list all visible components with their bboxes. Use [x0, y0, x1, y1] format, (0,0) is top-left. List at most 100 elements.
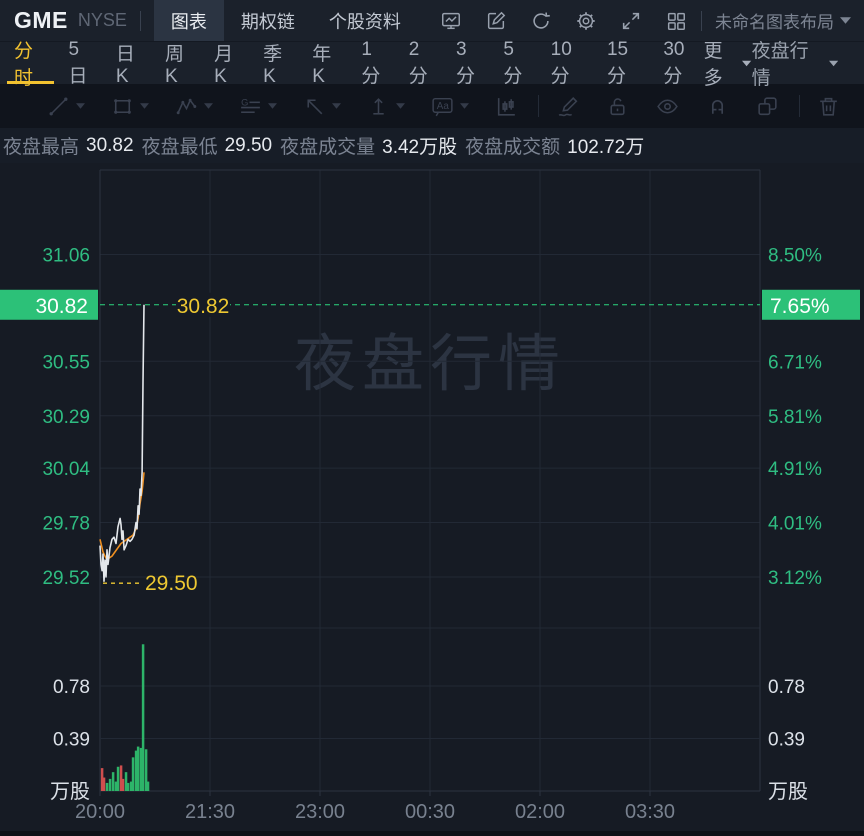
stat-high-value: 30.82 [86, 134, 134, 156]
volume-axis-label-right: 0.78 [768, 677, 805, 698]
night-session-chart[interactable]: 夜盘行情 20:00 21:30 23:00 00:30 02:00 03:30 31.06 8… [0, 163, 864, 831]
timeframe-weekly[interactable]: 周K [154, 42, 203, 87]
x-axis-time-label: 02:00 [515, 801, 565, 823]
timeframe-10m[interactable]: 10分 [540, 39, 596, 87]
divider [538, 95, 539, 117]
volume-unit-left: 万股 [50, 781, 90, 803]
chevron-down-icon [460, 103, 469, 109]
timeframe-more-dropdown[interactable]: 更多 [704, 36, 752, 90]
x-axis-time-label: 00:30 [405, 801, 455, 823]
duplicate-icon[interactable] [755, 94, 780, 119]
magnet-icon[interactable] [705, 94, 730, 119]
volume-bar [105, 782, 109, 791]
visibility-eye-icon[interactable] [655, 94, 680, 119]
trading-app: GME NYSE 图表 期权链 个股资料 未命名图表布局 分时 5日 日K 周K… [0, 0, 864, 831]
current-percent-badge-text: 7.65% [770, 295, 830, 318]
wave-pattern-tool[interactable] [174, 94, 213, 119]
top-icon-bar [439, 9, 688, 33]
volume-bar [102, 777, 106, 791]
timeframe-2m[interactable]: 2分 [398, 39, 445, 87]
timeframe-5d[interactable]: 5日 [58, 39, 105, 87]
layout-grid-icon[interactable] [664, 9, 688, 33]
chevron-down-icon [268, 103, 277, 109]
timeframe-monthly[interactable]: 月K [203, 42, 252, 87]
timeframe-minute-line[interactable]: 分时 [3, 41, 58, 89]
high-price-label: 30.82 [177, 295, 230, 318]
chevron-down-icon [76, 103, 85, 109]
volume-bar [136, 746, 140, 791]
unlock-icon[interactable] [605, 94, 630, 119]
timeframe-15m[interactable]: 15分 [596, 39, 652, 87]
stat-low-value: 29.50 [224, 134, 273, 156]
svg-text:Aa: Aa [437, 101, 450, 112]
text-annotation-tool[interactable]: Aa [430, 94, 469, 119]
timeframe-yearly[interactable]: 年K [301, 42, 350, 87]
price-axis-label: 30.55 [42, 352, 90, 373]
volume-bar [126, 782, 130, 791]
price-line [99, 304, 145, 582]
gann-lines-tool[interactable]: G [238, 94, 277, 119]
x-axis-time-label: 20:00 [75, 801, 125, 823]
trash-icon[interactable] [816, 94, 841, 119]
chevron-down-icon [828, 60, 839, 66]
tab-option-chain[interactable]: 期权链 [224, 0, 312, 41]
chevron-down-icon [204, 103, 213, 109]
price-axis-label: 30.29 [42, 407, 90, 428]
percent-axis-label: 8.50% [768, 246, 822, 267]
stat-turnover-label: 夜盘成交额 [465, 137, 561, 158]
fullscreen-icon[interactable] [619, 9, 643, 33]
x-axis-time-label: 23:00 [295, 801, 345, 823]
stat-turnover-value: 102.72万 [567, 137, 645, 158]
chevron-down-icon [742, 60, 752, 66]
divider [701, 10, 702, 31]
measure-tool[interactable] [366, 94, 405, 119]
timeframe-1m[interactable]: 1分 [350, 39, 397, 87]
candle-pattern-tool[interactable] [494, 94, 519, 119]
stat-volume-label: 夜盘成交量 [280, 137, 376, 158]
timeframe-daily[interactable]: 日K [105, 42, 154, 87]
chart-monitor-icon[interactable] [439, 9, 463, 33]
chart-layout-name: 未命名图表布局 [715, 13, 834, 32]
volume-bar [141, 644, 145, 791]
timeframe-quarterly[interactable]: 季K [252, 42, 301, 87]
price-axis-label: 31.06 [42, 246, 90, 267]
timeframe-bar: 分时 5日 日K 周K 月K 季K 年K 1分 2分 3分 5分 10分 15分… [0, 39, 864, 89]
low-price-label: 29.50 [145, 572, 198, 595]
volume-axis-label-right: 0.39 [768, 730, 805, 751]
volume-bar [146, 781, 150, 791]
tab-chart[interactable]: 图表 [153, 0, 224, 41]
trend-line-tool[interactable] [46, 94, 85, 119]
stat-volume-value: 3.42万股 [382, 137, 458, 158]
price-axis-label: 30.04 [42, 459, 90, 480]
volume-bar [111, 772, 115, 791]
percent-axis-label: 4.01% [768, 514, 822, 535]
chevron-down-icon [332, 103, 341, 109]
session-stats-bar: 夜盘最高 30.82 夜盘最低 29.50 夜盘成交量 3.42万股 夜盘成交额… [0, 128, 864, 163]
volume-axis-label-left: 0.78 [53, 677, 90, 698]
percent-axis-label: 6.71% [768, 352, 822, 373]
refresh-icon[interactable] [529, 9, 553, 33]
volume-bar [131, 757, 135, 791]
settings-gear-icon[interactable] [574, 9, 598, 33]
divider [799, 95, 800, 117]
x-axis-time-label: 21:30 [185, 801, 235, 823]
session-selector[interactable]: 夜盘行情 [752, 36, 864, 90]
timeframe-3m[interactable]: 3分 [445, 39, 492, 87]
brush-tool[interactable] [555, 94, 580, 119]
percent-axis-label: 5.81% [768, 407, 822, 428]
drawing-toolbar: G Aa [0, 84, 864, 128]
percent-axis-label: 4.91% [768, 459, 822, 480]
edit-icon[interactable] [484, 9, 508, 33]
chart-layout-selector[interactable]: 未命名图表布局 [715, 8, 864, 33]
volume-axis-label-left: 0.39 [53, 730, 90, 751]
timeframe-30m[interactable]: 30分 [652, 39, 708, 87]
timeframe-5m[interactable]: 5分 [492, 39, 539, 87]
volume-bar [121, 778, 125, 791]
arrow-tool[interactable] [302, 94, 341, 119]
tab-stock-info[interactable]: 个股资料 [312, 0, 418, 41]
shape-tool[interactable] [110, 94, 149, 119]
chart-canvas[interactable]: 夜盘行情20:00 21:30 23:00 00:30 02:00 03:3031.06 8… [0, 163, 864, 831]
percent-axis-label: 3.12% [768, 568, 822, 589]
volume-bar [116, 766, 120, 791]
divider [139, 10, 141, 31]
